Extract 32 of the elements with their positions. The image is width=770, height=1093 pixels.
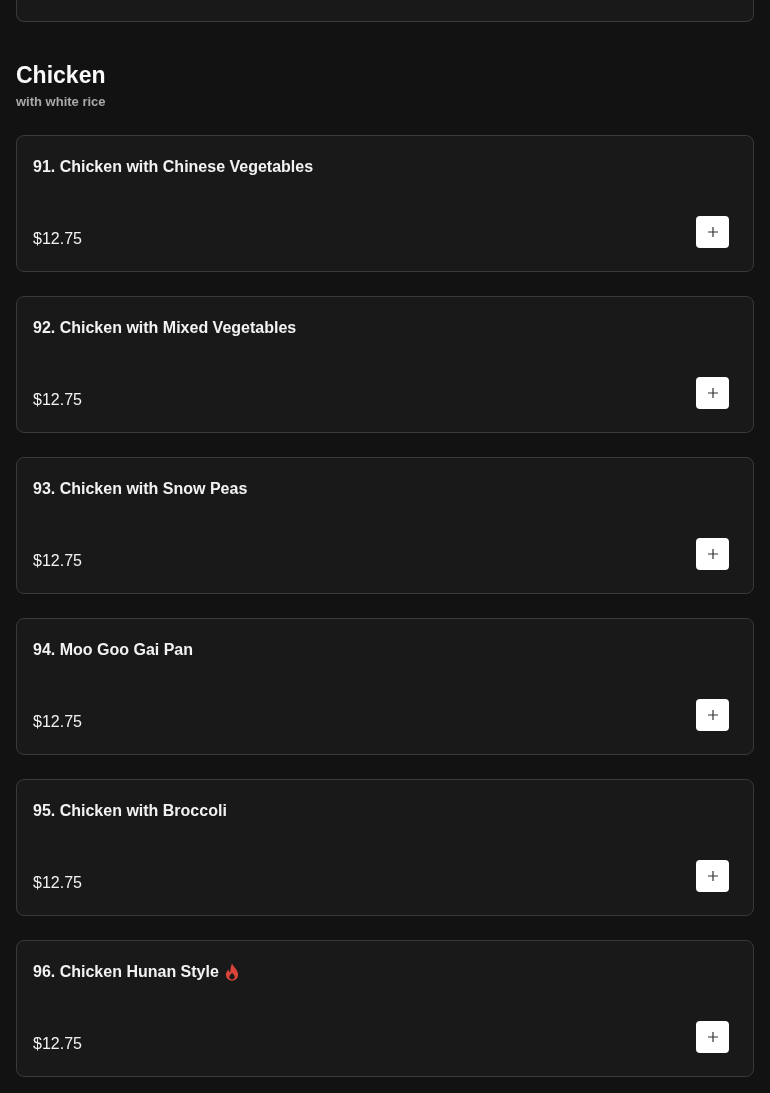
menu-item-card[interactable]: 94. Moo Goo Gai Pan $12.75 [16,618,754,755]
menu-item-card[interactable]: 91. Chicken with Chinese Vegetables $12.75 [16,135,754,272]
add-button[interactable] [696,1021,729,1053]
add-button[interactable] [696,699,729,731]
section-subtitle: with white rice [16,93,107,111]
item-price: $12.75 [33,390,82,410]
menu-item-card[interactable]: 93. Chicken with Snow Peas $12.75 [16,457,754,594]
menu-item-card[interactable]: 95. Chicken with Broccoli $12.75 [16,779,754,916]
item-name: 96. Chicken Hunan Style [33,962,219,982]
item-price: $12.75 [33,873,82,893]
section-title: Chicken [16,61,107,89]
item-name: 94. Moo Goo Gai Pan [33,640,194,660]
item-price: $12.75 [33,1034,82,1054]
add-button[interactable] [696,216,729,248]
item-name: 91. Chicken with Chinese Vegetables [33,157,314,177]
menu-item-card[interactable]: 92. Chicken with Mixed Vegetables $12.75 [16,296,754,433]
add-button[interactable] [696,860,729,892]
plus-icon [707,388,718,398]
add-button[interactable] [696,538,729,570]
menu-item-card[interactable]: 96. Chicken Hunan Style $12.75 [16,940,754,1077]
item-name: 95. Chicken with Broccoli [33,801,227,821]
plus-icon [707,1032,718,1042]
plus-icon [707,227,718,237]
item-name: 93. Chicken with Snow Peas [33,479,248,499]
add-button[interactable] [696,377,729,409]
plus-icon [707,710,718,720]
item-price: $12.75 [33,551,82,571]
item-price: $12.75 [33,229,82,249]
plus-icon [707,871,718,881]
item-price: $12.75 [33,712,82,732]
item-name: 92. Chicken with Mixed Vegetables [33,318,297,338]
plus-icon [707,549,718,559]
